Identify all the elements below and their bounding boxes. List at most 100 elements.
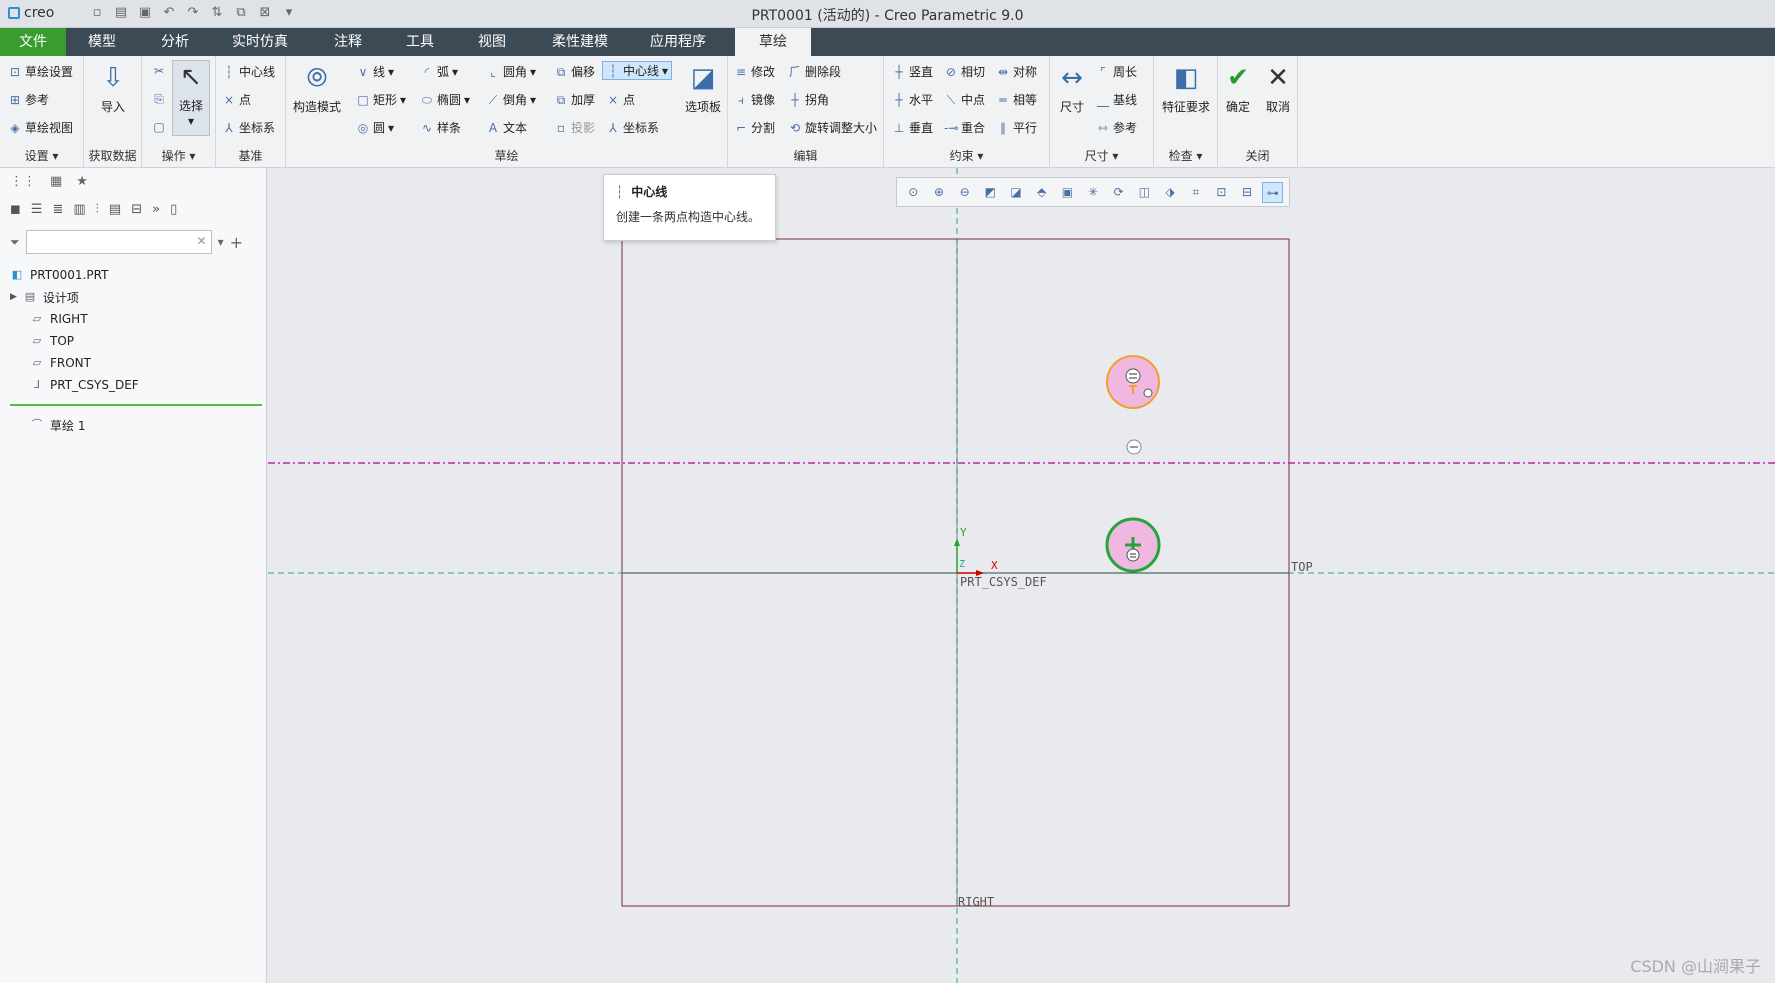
list-icon[interactable]: ☰	[31, 202, 43, 217]
sketch-canvas[interactable]: Y X Z PRT_CSYS_DEF TOP RIGHT	[268, 168, 1775, 983]
dimension-button[interactable]: ↔ 尺寸	[1054, 62, 1090, 115]
zoom-in-icon[interactable]: ⊕	[929, 182, 950, 203]
symmetric-constraint-button[interactable]: ⇹ 对称	[996, 63, 1037, 80]
project-button[interactable]: ▫ 投影	[554, 119, 595, 136]
cut-button[interactable]: ✂	[152, 64, 166, 78]
chamfer-button[interactable]: ⟋ 倒角 ▾	[486, 91, 536, 108]
annotation-display-icon[interactable]: ⬗	[1160, 182, 1181, 203]
sketch-view-button[interactable]: ◈ 草绘视图	[8, 119, 73, 136]
tab-applications[interactable]: 应用程序	[634, 28, 722, 56]
tree-item-root[interactable]: ◧ PRT0001.PRT	[10, 264, 260, 286]
tab-tools[interactable]: 工具	[390, 28, 450, 56]
tab-analysis[interactable]: 分析	[145, 28, 205, 56]
group-label-setup[interactable]: 设置 ▾	[0, 147, 83, 164]
spin-center-icon[interactable]: ⟳	[1108, 182, 1129, 203]
add-icon[interactable]: +	[230, 233, 243, 252]
sketch-setup-button[interactable]: ⊡ 草绘设置	[8, 63, 73, 80]
expand-icon[interactable]: ▶	[10, 292, 17, 302]
group-label-dimension[interactable]: 尺寸 ▾	[1050, 147, 1153, 164]
mirror-button[interactable]: ⫞ 镜像	[734, 91, 775, 108]
filter-icon[interactable]: ⏷	[10, 235, 20, 250]
ok-button[interactable]: ✔ 确定	[1220, 62, 1256, 115]
coincident-constraint-button[interactable]: -⊸ 重合	[944, 119, 985, 136]
datum-centerline-button[interactable]: ┆ 中心线	[222, 63, 275, 80]
document-icon[interactable]: ▯	[170, 202, 177, 217]
import-button[interactable]: ⇩ 导入	[95, 62, 131, 115]
paste-button[interactable]: ▢	[152, 120, 166, 134]
baseline-button[interactable]: ⎽ 基线	[1096, 91, 1137, 108]
tab-model[interactable]: 模型	[72, 28, 132, 56]
datum-point-button[interactable]: × 点	[222, 91, 251, 108]
saved-orientations-icon[interactable]: ⬘	[1031, 182, 1052, 203]
parallel-constraint-button[interactable]: ∥ 平行	[996, 119, 1037, 136]
line-button[interactable]: ∨ 线 ▾	[356, 63, 394, 80]
rotate-resize-button[interactable]: ⟲ 旋转调整大小	[788, 119, 877, 136]
references-button[interactable]: ⊞ 参考	[8, 91, 49, 108]
favorites-tab-icon[interactable]: ★	[76, 174, 88, 189]
delete-segment-button[interactable]: ⺁删除段	[788, 63, 841, 80]
modify-button[interactable]: ≡ 修改	[734, 63, 775, 80]
construction-mode-button[interactable]: ⦾ 构造模式	[290, 62, 344, 115]
tangent-constraint-button[interactable]: ⊘ 相切	[944, 63, 985, 80]
copy-button[interactable]: ⎘	[152, 92, 166, 106]
tree-item-sketch[interactable]: ⌒ 草绘 1	[10, 414, 260, 436]
point-button[interactable]: × 点	[606, 91, 635, 108]
perimeter-button[interactable]: ⌜ 周长	[1096, 63, 1137, 80]
group-label-inspect[interactable]: 检查 ▾	[1154, 147, 1217, 164]
group-label-operations[interactable]: 操作 ▾	[142, 147, 215, 164]
group-label-constrain[interactable]: 约束 ▾	[884, 147, 1049, 164]
repaint-icon[interactable]: ◩	[980, 182, 1001, 203]
constraint-display-icon[interactable]: ⊟	[1237, 182, 1258, 203]
list-detail-icon[interactable]: ≣	[52, 202, 63, 217]
rectangle-button[interactable]: □ 矩形 ▾	[356, 91, 406, 108]
graphics-area[interactable]: Y X Z PRT_CSYS_DEF TOP RIGHT	[268, 168, 1775, 983]
display-style-icon[interactable]: ◪	[1006, 182, 1027, 203]
reference-dim-button[interactable]: ⇿ 参考	[1096, 119, 1137, 136]
select-button[interactable]: ↖ 选择 ▾	[172, 60, 210, 136]
spline-button[interactable]: ∿ 样条	[420, 119, 461, 136]
datum-csys-button[interactable]: ⅄ 坐标系	[222, 119, 275, 136]
clear-icon[interactable]: ✕	[197, 234, 207, 248]
csys-button[interactable]: ⅄ 坐标系	[606, 119, 659, 136]
horizontal-constraint-button[interactable]: ┼ 水平	[892, 91, 933, 108]
tab-view[interactable]: 视图	[462, 28, 522, 56]
text-button[interactable]: A 文本	[486, 119, 527, 136]
tab-file[interactable]: 文件	[0, 28, 66, 56]
zoom-out-icon[interactable]: ⊖	[954, 182, 975, 203]
vertical-constraint-button[interactable]: ┼ 竖直	[892, 63, 933, 80]
circle-button[interactable]: ◎ 圆 ▾	[356, 119, 394, 136]
fillet-button[interactable]: ⌞ 圆角 ▾	[486, 63, 536, 80]
tree-item-front[interactable]: ▱ FRONT	[10, 352, 260, 374]
arc-button[interactable]: ◜ 弧 ▾	[420, 63, 458, 80]
sketch-view-toggle-icon[interactable]: ⌗	[1185, 182, 1206, 203]
offset-button[interactable]: ⧉ 偏移	[554, 63, 595, 80]
refit-icon[interactable]: ⊙	[903, 182, 924, 203]
tab-annotate[interactable]: 注释	[318, 28, 378, 56]
tree-filter-icon[interactable]: ⫶	[96, 202, 99, 217]
dimension-display-icon[interactable]: ⊡	[1211, 182, 1232, 203]
tree-search-input[interactable]: ✕	[25, 230, 212, 254]
perspective-icon[interactable]: ◫	[1134, 182, 1155, 203]
perpendicular-constraint-button[interactable]: ⊥ 垂直	[892, 119, 933, 136]
equal-constraint-button[interactable]: ═ 相等	[996, 91, 1037, 108]
tab-flexible-modeling[interactable]: 柔性建模	[540, 28, 620, 56]
insert-here-marker[interactable]	[10, 404, 262, 406]
divide-button[interactable]: ⌐ 分割	[734, 119, 775, 136]
more-icon[interactable]: »	[152, 202, 160, 217]
vertex-display-icon[interactable]: ⊶	[1262, 181, 1284, 203]
datum-display-icon[interactable]: ✳	[1083, 182, 1104, 203]
feature-requirements-button[interactable]: ◧ 特征要求	[1156, 62, 1216, 115]
view-manager-icon[interactable]: ▣	[1057, 182, 1078, 203]
centerline-button[interactable]: ┆ 中心线 ▾	[602, 61, 673, 80]
layers-tab-icon[interactable]: ▦	[50, 174, 62, 189]
model-tree-tab-icon[interactable]: ⋮⋮	[10, 174, 36, 189]
thicken-button[interactable]: ⧉ 加厚	[554, 91, 595, 108]
tree-item-csys[interactable]: ⅃ PRT_CSYS_DEF	[10, 374, 260, 396]
tree-item-right[interactable]: ▱ RIGHT	[10, 308, 260, 330]
corner-button[interactable]: ┼ 拐角	[788, 91, 829, 108]
cube-icon[interactable]: ◼	[10, 202, 21, 217]
tab-live-simulation[interactable]: 实时仿真	[224, 28, 296, 56]
tree-item-top[interactable]: ▱ TOP	[10, 330, 260, 352]
tree-item-design-items[interactable]: ▶ ▤ 设计项	[10, 286, 260, 308]
columns-icon[interactable]: ▥	[73, 202, 85, 217]
